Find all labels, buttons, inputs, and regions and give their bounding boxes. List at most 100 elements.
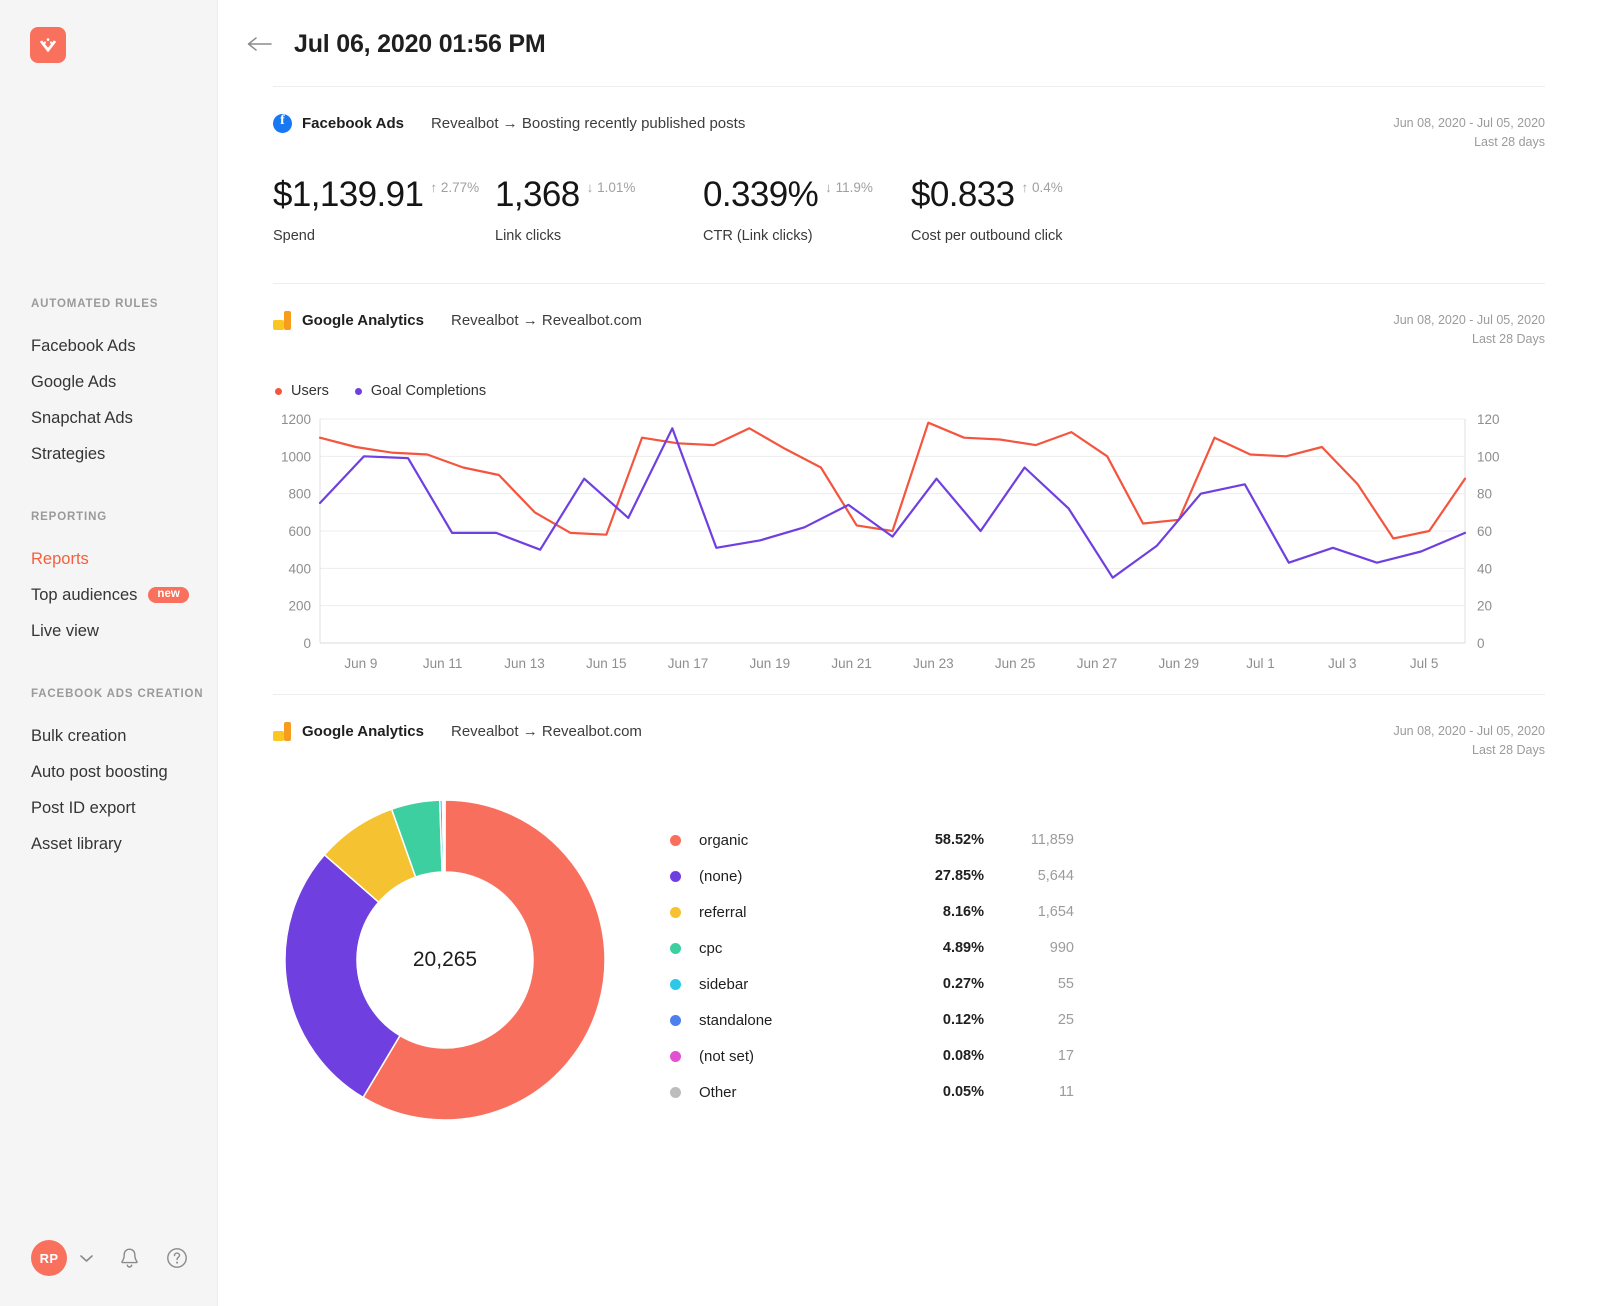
avatar[interactable]: RP: [31, 1240, 67, 1276]
sidebar-item-strategies[interactable]: Strategies: [31, 436, 217, 472]
sidebar-item-auto-post-boosting[interactable]: Auto post boosting: [31, 754, 217, 790]
legend-value: 990: [984, 940, 1074, 956]
metric-value: $1,139.91: [273, 174, 423, 216]
svg-text:Jun 13: Jun 13: [504, 656, 545, 671]
page-header: Jul 06, 2020 01:56 PM: [218, 0, 1600, 59]
bell-icon[interactable]: [119, 1247, 140, 1270]
svg-text:Jun 21: Jun 21: [831, 656, 872, 671]
legend-label: Other: [699, 1084, 904, 1101]
sidebar-item-bulk-creation[interactable]: Bulk creation: [31, 718, 217, 754]
sidebar-footer: RP: [31, 1240, 188, 1276]
legend-label: (none): [699, 868, 904, 885]
svg-text:Jun 11: Jun 11: [423, 656, 463, 671]
sidebar-item-facebook-ads[interactable]: Facebook Ads: [31, 328, 217, 364]
svg-text:Jun 15: Jun 15: [586, 656, 627, 671]
line-date-range: Jun 08, 2020 - Jul 05, 2020 Last 28 Days: [1393, 311, 1545, 349]
nav-section-title-automated-rules: AUTOMATED RULES: [31, 298, 217, 310]
donut-legend-row[interactable]: sidebar0.27%55: [670, 966, 1074, 1002]
svg-text:Jun 27: Jun 27: [1077, 656, 1118, 671]
facebook-icon: [273, 114, 292, 133]
legend-label: organic: [699, 832, 904, 849]
svg-text:60: 60: [1477, 524, 1492, 539]
svg-text:Jul 3: Jul 3: [1328, 656, 1357, 671]
legend-color-dot: [670, 871, 681, 882]
sidebar-item-label: Facebook Ads: [31, 328, 136, 364]
sidebar-item-label: Top audiences: [31, 577, 137, 613]
legend-item-users[interactable]: Users: [275, 383, 329, 399]
svg-text:Jun 23: Jun 23: [913, 656, 954, 671]
legend-value: 17: [984, 1048, 1074, 1064]
donut-chart[interactable]: 20,265: [275, 790, 615, 1130]
svg-text:Jul 5: Jul 5: [1410, 656, 1439, 671]
legend-label: standalone: [699, 1012, 904, 1029]
legend-percent: 0.05%: [904, 1084, 984, 1100]
line-chart-svg: 020040060080010001200020406080100120Jun …: [273, 411, 1523, 673]
metric-delta: ↓ 1.01%: [587, 180, 636, 195]
legend-color-dot: [670, 907, 681, 918]
sidebar-item-top-audiences[interactable]: Top audiences new: [31, 577, 217, 613]
donut-legend-row[interactable]: (none)27.85%5,644: [670, 858, 1074, 894]
help-circle-icon[interactable]: [166, 1247, 188, 1269]
metric-value: 1,368: [495, 174, 580, 216]
donut-legend-row[interactable]: Other0.05%11: [670, 1074, 1074, 1110]
google-analytics-icon: [273, 722, 292, 741]
svg-text:Jun 29: Jun 29: [1158, 656, 1199, 671]
metric-label: Spend: [273, 228, 495, 244]
metric-label: Cost per outbound click: [911, 228, 1131, 244]
donut-legend-row[interactable]: organic58.52%11,859: [670, 822, 1074, 858]
donut-legend: organic58.52%11,859(none)27.85%5,644refe…: [670, 822, 1074, 1110]
legend-value: 11,859: [984, 832, 1074, 848]
sidebar-item-reports[interactable]: Reports: [31, 541, 217, 577]
ga-source-name: Google Analytics: [302, 723, 424, 740]
logo-container[interactable]: [0, 0, 217, 63]
legend-value: 25: [984, 1012, 1074, 1028]
line-chart[interactable]: 020040060080010001200020406080100120Jun …: [273, 411, 1545, 676]
svg-text:600: 600: [288, 524, 311, 539]
sidebar-item-label: Snapchat Ads: [31, 400, 133, 436]
sidebar-nav: AUTOMATED RULES Facebook Ads Google Ads …: [0, 298, 217, 901]
metric-ctr: 0.339% ↓ 11.9% CTR (Link clicks): [703, 174, 911, 244]
sidebar-item-post-id-export[interactable]: Post ID export: [31, 790, 217, 826]
sidebar-item-label: Live view: [31, 613, 99, 649]
ga-source: Google Analytics Revealbot → Revealbot.c…: [273, 311, 642, 330]
metric-delta: ↑ 0.4%: [1021, 180, 1062, 195]
legend-color-dot: [670, 943, 681, 954]
svg-text:0: 0: [303, 636, 311, 651]
facebook-ads-report-block: Facebook Ads Revealbot → Boosting recent…: [218, 87, 1600, 256]
back-arrow-icon[interactable]: [246, 34, 272, 56]
donut-legend-row[interactable]: referral8.16%1,654: [670, 894, 1074, 930]
app-root: AUTOMATED RULES Facebook Ads Google Ads …: [0, 0, 1600, 1306]
line-chart-legend: Users Goal Completions: [273, 349, 1545, 399]
legend-color-dot: [355, 388, 362, 395]
sidebar-item-label: Google Ads: [31, 364, 116, 400]
revealbot-logo-icon[interactable]: [30, 27, 66, 63]
google-analytics-icon: [273, 311, 292, 330]
legend-item-goal-completions[interactable]: Goal Completions: [355, 383, 486, 399]
nav-group-facebook-ads-creation: FACEBOOK ADS CREATION Bulk creation Auto…: [31, 688, 217, 862]
svg-text:Jun 19: Jun 19: [750, 656, 791, 671]
nav-group-reporting: REPORTING Reports Top audiences new Live…: [31, 511, 217, 649]
donut-legend-row[interactable]: cpc4.89%990: [670, 930, 1074, 966]
ga-source-path: Revealbot → Revealbot.com: [451, 312, 642, 329]
svg-text:100: 100: [1477, 449, 1500, 464]
page-title: Jul 06, 2020 01:56 PM: [294, 30, 546, 59]
chevron-down-icon[interactable]: [80, 1251, 93, 1266]
sidebar-item-asset-library[interactable]: Asset library: [31, 826, 217, 862]
legend-value: 11: [984, 1084, 1074, 1100]
donut-legend-row[interactable]: standalone0.12%25: [670, 1002, 1074, 1038]
nav-group-automated-rules: AUTOMATED RULES Facebook Ads Google Ads …: [31, 298, 217, 472]
donut-date-range-value: Jun 08, 2020 - Jul 05, 2020: [1393, 722, 1545, 741]
legend-percent: 8.16%: [904, 904, 984, 920]
sidebar-item-label: Strategies: [31, 436, 105, 472]
legend-label: Users: [291, 383, 329, 399]
sidebar-item-google-ads[interactable]: Google Ads: [31, 364, 217, 400]
svg-text:Jun 25: Jun 25: [995, 656, 1036, 671]
donut-legend-row[interactable]: (not set)0.08%17: [670, 1038, 1074, 1074]
legend-percent: 4.89%: [904, 940, 984, 956]
donut-date-preset: Last 28 Days: [1393, 741, 1545, 760]
svg-text:Jun 17: Jun 17: [668, 656, 709, 671]
svg-text:120: 120: [1477, 412, 1500, 427]
sidebar-item-live-view[interactable]: Live view: [31, 613, 217, 649]
legend-color-dot: [670, 1015, 681, 1026]
sidebar-item-snapchat-ads[interactable]: Snapchat Ads: [31, 400, 217, 436]
